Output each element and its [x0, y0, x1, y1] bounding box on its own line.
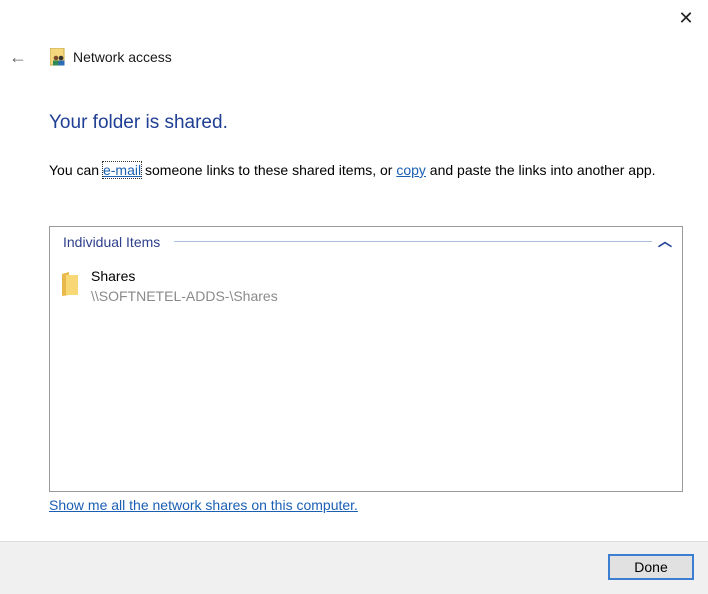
chevron-up-icon: ︿: [658, 233, 672, 249]
page-heading: Your folder is shared.: [49, 112, 228, 133]
close-button[interactable]: ✕: [676, 8, 696, 28]
back-button[interactable]: ←: [9, 47, 27, 68]
description-text: and paste the links into another app.: [425, 162, 656, 178]
footer: Done: [0, 541, 708, 594]
description: You can e-mail someone links to these sh…: [49, 160, 679, 180]
close-icon: ✕: [678, 8, 694, 28]
window-title: Network access: [73, 49, 172, 65]
item-name: Shares: [91, 268, 136, 284]
back-arrow-icon: ←: [9, 47, 27, 67]
description-text: You can: [49, 162, 103, 178]
show-all-shares-link[interactable]: Show me all the network shares on this c…: [49, 497, 358, 513]
done-button[interactable]: Done: [608, 554, 694, 580]
group-header: Individual Items: [63, 234, 161, 250]
network-share-icon: [50, 48, 65, 66]
description-text: someone links to these shared items, or: [141, 162, 397, 178]
group-divider: [174, 241, 652, 242]
collapse-group-button[interactable]: ︿: [658, 231, 672, 251]
shared-items-list: Individual Items ︿ Shares \\SOFTNETEL-AD…: [49, 226, 683, 492]
copy-link[interactable]: copy: [396, 162, 426, 178]
email-link[interactable]: e-mail: [101, 161, 143, 179]
item-path: \\SOFTNETEL-ADDS-\Shares: [91, 288, 278, 304]
list-item[interactable]: Shares \\SOFTNETEL-ADDS-\Shares: [58, 267, 358, 309]
folder-icon: [62, 272, 78, 296]
